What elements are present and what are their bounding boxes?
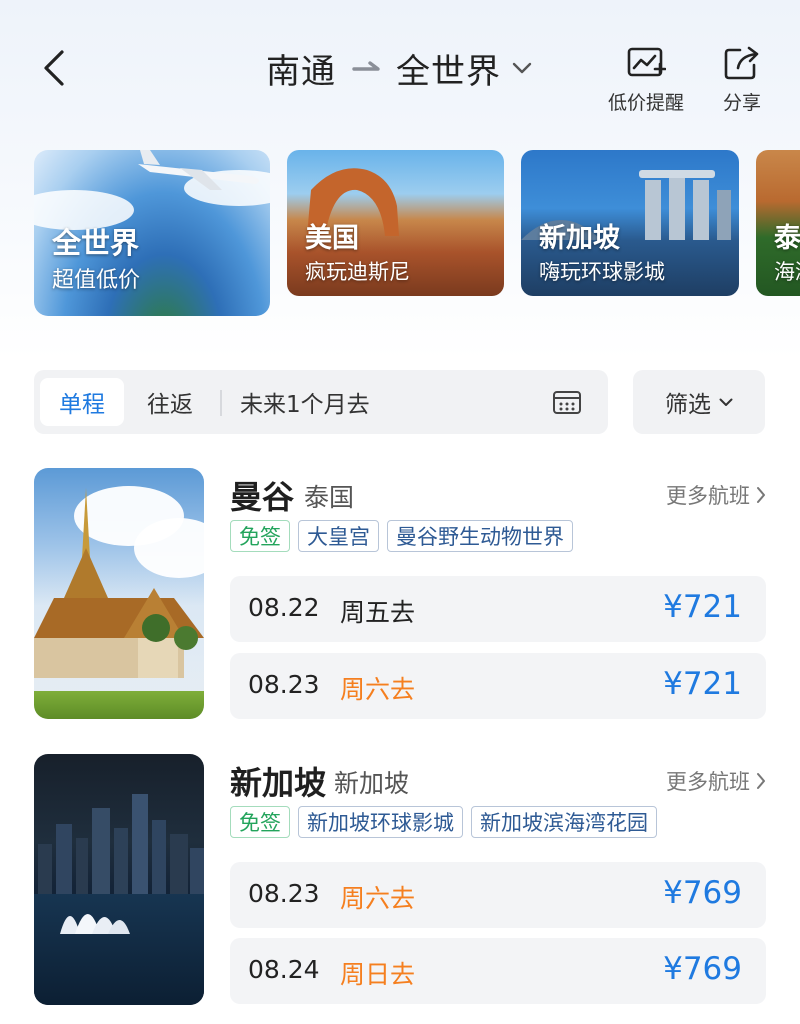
filter-label: 筛选 bbox=[665, 392, 711, 418]
share-label: 分享 bbox=[722, 92, 761, 114]
destination-image-singapore bbox=[34, 754, 204, 1005]
airplane-icon bbox=[138, 150, 259, 190]
chevron-down-icon bbox=[512, 62, 532, 74]
share-icon bbox=[724, 46, 759, 80]
trip-filter-bar: 单程 往返 未来1个月去 bbox=[34, 370, 608, 434]
grand-palace-shape bbox=[34, 488, 204, 678]
origin-city: 南通 bbox=[266, 51, 336, 92]
price-alert-label: 低价提醒 bbox=[608, 92, 685, 114]
price-alert-button[interactable]: 低价提醒 bbox=[608, 44, 684, 115]
flight-date: 08.23 bbox=[248, 879, 320, 908]
flight-date: 08.23 bbox=[248, 670, 320, 699]
promo-card-singapore[interactable]: 新加坡 嗨玩环球影城 bbox=[521, 150, 739, 296]
price-alert-icon bbox=[627, 47, 666, 77]
destination-name: 曼谷 bbox=[230, 478, 295, 516]
tag-visa-free: 免签 bbox=[230, 806, 290, 838]
flight-price: ¥769 bbox=[663, 875, 742, 911]
flight-option[interactable]: 08.22 周五去 ¥721 bbox=[230, 576, 766, 642]
destination-country: 新加坡 bbox=[334, 769, 410, 798]
destination-country: 泰国 bbox=[304, 483, 355, 512]
back-button[interactable] bbox=[36, 48, 76, 88]
promo-carousel[interactable]: 全世界 超值低价 美国 疯玩迪斯尼 新加坡 嗨玩环球影城 泰国 海滩 bbox=[0, 130, 800, 320]
calendar-icon[interactable] bbox=[552, 388, 582, 416]
tag-list: 免签 大皇宫 曼谷野生动物世界 bbox=[230, 520, 581, 552]
tag-visa-free: 免签 bbox=[230, 520, 290, 552]
lotus-building-shape bbox=[60, 914, 130, 934]
flight-weekday: 周六去 bbox=[340, 884, 416, 913]
flight-option[interactable]: 08.23 周六去 ¥769 bbox=[230, 862, 766, 928]
flight-price: ¥721 bbox=[663, 666, 742, 702]
flight-price: ¥721 bbox=[663, 589, 742, 625]
promo-subtitle: 超值低价 bbox=[52, 268, 141, 293]
route-arrow-icon bbox=[352, 61, 380, 71]
share-button[interactable]: 分享 bbox=[722, 44, 762, 115]
destination-card-singapore[interactable]: 新加坡 新加坡 更多航班 免签 新加坡环球影城 新加坡滨海湾花园 08.23 周… bbox=[34, 754, 766, 1006]
chevron-left-icon bbox=[44, 50, 64, 86]
tag-attraction: 曼谷野生动物世界 bbox=[387, 520, 573, 552]
tag-attraction: 新加坡滨海湾花园 bbox=[471, 806, 657, 838]
tag-list: 免签 新加坡环球影城 新加坡滨海湾花园 bbox=[230, 806, 665, 838]
route-selector[interactable]: 南通 全世界 bbox=[266, 46, 533, 92]
tag-attraction: 大皇宫 bbox=[298, 520, 379, 552]
promo-title: 泰国 bbox=[774, 223, 800, 254]
more-flights-link[interactable]: 更多航班 bbox=[666, 766, 766, 796]
promo-subtitle: 嗨玩环球影城 bbox=[539, 260, 665, 284]
more-flights-label: 更多航班 bbox=[666, 484, 750, 508]
flight-weekday: 周五去 bbox=[340, 598, 416, 627]
promo-subtitle: 疯玩迪斯尼 bbox=[305, 260, 410, 284]
more-flights-label: 更多航班 bbox=[666, 770, 750, 794]
flight-weekday: 周日去 bbox=[340, 960, 416, 989]
flight-date: 08.24 bbox=[248, 955, 320, 984]
promo-card-world[interactable]: 全世界 超值低价 bbox=[34, 150, 270, 316]
flight-option[interactable]: 08.24 周日去 ¥769 bbox=[230, 938, 766, 1004]
promo-title: 新加坡 bbox=[539, 223, 620, 254]
tab-one-way[interactable]: 单程 bbox=[40, 378, 124, 426]
filter-button[interactable]: 筛选 bbox=[633, 370, 765, 434]
promo-title: 美国 bbox=[305, 223, 359, 254]
destination-card-bangkok[interactable]: 曼谷 泰国 更多航班 免签 大皇宫 曼谷野生动物世界 08.22 周五去 ¥72… bbox=[34, 468, 766, 720]
divider bbox=[220, 390, 222, 416]
tag-attraction: 新加坡环球影城 bbox=[298, 806, 463, 838]
destination-city: 全世界 bbox=[396, 51, 501, 92]
flight-weekday: 周六去 bbox=[340, 675, 416, 704]
tab-round-trip[interactable]: 往返 bbox=[130, 378, 210, 426]
chevron-down-icon bbox=[719, 398, 733, 406]
destination-image-bangkok bbox=[34, 468, 204, 719]
header: 南通 全世界 低价提醒 分享 bbox=[0, 0, 800, 130]
more-flights-link[interactable]: 更多航班 bbox=[666, 480, 766, 510]
promo-card-usa[interactable]: 美国 疯玩迪斯尼 bbox=[287, 150, 504, 296]
promo-title: 全世界 bbox=[52, 226, 140, 260]
flight-price: ¥769 bbox=[663, 951, 742, 987]
destination-name: 新加坡 bbox=[230, 764, 327, 802]
promo-subtitle: 海滩 bbox=[774, 260, 800, 284]
flight-date: 08.22 bbox=[248, 593, 320, 622]
date-range-selector[interactable]: 未来1个月去 bbox=[240, 378, 370, 426]
promo-card-thailand[interactable]: 泰国 海滩 bbox=[756, 150, 800, 296]
chevron-right-icon bbox=[757, 487, 765, 503]
chevron-right-icon bbox=[757, 773, 765, 789]
flight-option[interactable]: 08.23 周六去 ¥721 bbox=[230, 653, 766, 719]
